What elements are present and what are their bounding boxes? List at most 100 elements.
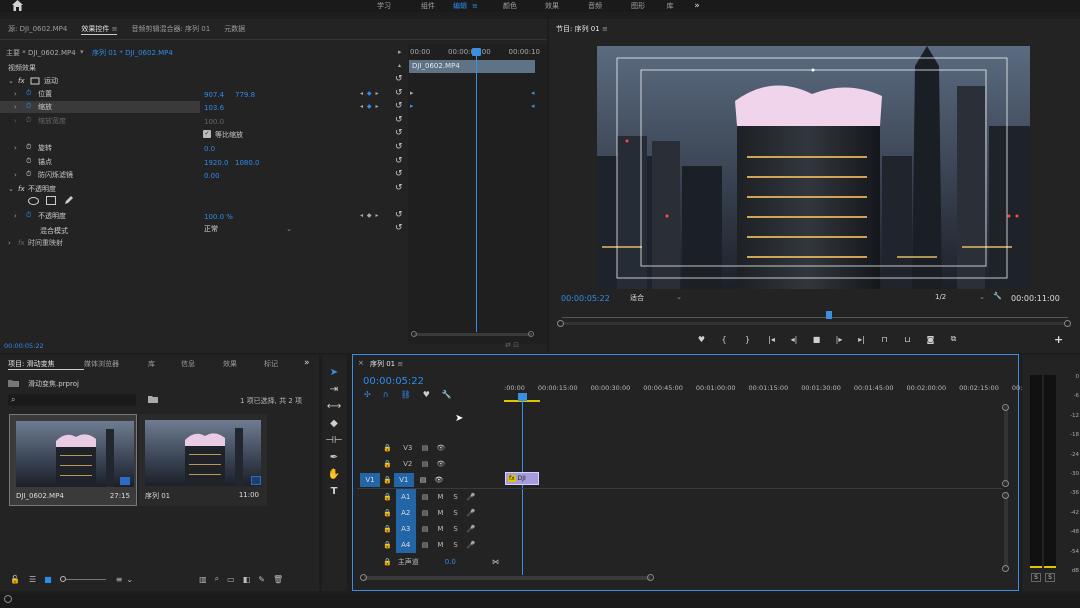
add-marker-icon[interactable]: ♥ — [423, 390, 430, 399]
workspace-learn[interactable]: 学习 — [360, 1, 408, 11]
lock-icon[interactable]: 🔒 — [383, 525, 392, 533]
mini-keyframe-marker2[interactable]: ◂ — [531, 102, 535, 110]
close-tab-icon[interactable]: × — [358, 359, 364, 367]
mark-out-icon[interactable]: } — [735, 335, 760, 344]
lock-icon[interactable]: 🔒 — [383, 509, 392, 517]
uniform-scale-checkbox[interactable]: ✓ — [203, 130, 211, 138]
tab-libraries[interactable]: 库 — [148, 359, 181, 369]
opacity-group-row[interactable]: ⌄ fx 不透明度 — [0, 182, 405, 195]
reset-scale-icon[interactable]: ↺ — [395, 101, 403, 111]
mini-playhead-handle[interactable] — [472, 48, 481, 56]
mark-in-icon[interactable]: { — [713, 335, 735, 344]
workspace-menu-icon[interactable]: ≡ — [472, 2, 488, 10]
master-clip-label[interactable]: 主要 * DJI_0602.MP4 — [6, 48, 76, 58]
reset-anchor-icon[interactable]: ↺ — [395, 156, 403, 166]
sync-lock-icon[interactable]: ▤ — [422, 541, 429, 549]
mini-scrollbar[interactable] — [414, 333, 532, 336]
microphone-icon[interactable]: 🎤 — [467, 525, 476, 533]
stopwatch-icon[interactable]: ⏱ — [26, 143, 38, 152]
type-tool-icon[interactable]: T — [331, 486, 338, 497]
pen-mask-icon[interactable] — [64, 195, 74, 205]
tab-media-browser[interactable]: 媒体浏览器 — [84, 359, 148, 369]
sync-lock-icon[interactable]: ▤ — [422, 460, 429, 468]
stop-icon[interactable]: ■ — [805, 335, 828, 344]
keyframe-nav-opacity[interactable]: ◂ ◆ ▸ — [360, 212, 378, 219]
expand-chevron-icon[interactable]: › — [8, 239, 18, 247]
mute-button[interactable]: M — [437, 493, 443, 501]
tab-effect-controls[interactable]: 效果控件 ≡ — [81, 24, 118, 35]
reset-opacity-icon[interactable]: ↺ — [395, 210, 403, 220]
opacity-value[interactable]: 100.0 % — [204, 213, 233, 221]
project-item-sequence[interactable]: 序列 01 11:00 — [139, 414, 267, 506]
workspace-editing[interactable]: 编辑 — [448, 1, 472, 11]
workspace-color[interactable]: 颜色 — [488, 1, 532, 11]
slip-tool-icon[interactable]: ⊣⊢ — [325, 435, 342, 446]
go-to-out-icon[interactable]: ▸| — [850, 335, 873, 344]
sync-lock-icon[interactable]: ▤ — [422, 444, 429, 452]
zoom-scroll-bar[interactable] — [564, 322, 1064, 325]
list-view-icon[interactable]: ☰ — [29, 575, 36, 584]
sync-lock-icon[interactable]: ▤ — [422, 525, 429, 533]
more-tabs-icon[interactable]: » — [304, 358, 310, 368]
timeline-hscroll[interactable] — [364, 576, 651, 580]
timeline-timecode[interactable]: 00:00:05:22 — [363, 376, 424, 387]
snap-icon[interactable]: ∩ — [383, 390, 389, 399]
lock-icon[interactable]: 🔒 — [383, 476, 392, 484]
razor-tool-icon[interactable]: ◆ — [330, 418, 338, 429]
workspace-graphics[interactable]: 图形 — [618, 1, 658, 11]
program-title[interactable]: 节目: 序列 01 ≡ — [556, 24, 608, 34]
home-icon[interactable] — [11, 0, 24, 11]
mini-keyframe-left2[interactable]: ▸ — [410, 102, 414, 110]
zoom-scroll-left[interactable] — [557, 320, 564, 327]
workspace-libraries[interactable]: 库 — [658, 1, 682, 11]
tab-markers[interactable]: 标记 — [264, 359, 294, 369]
scale-value[interactable]: 103.6 — [204, 104, 224, 112]
motion-row[interactable]: ⌄ fx 运动 — [0, 74, 405, 87]
reset-position-icon[interactable]: ↺ — [395, 88, 403, 98]
scroll-handle[interactable] — [1002, 480, 1009, 487]
project-search-input[interactable]: ⌕ — [8, 394, 136, 406]
expand-chevron-icon[interactable]: › — [14, 90, 26, 98]
collapse-chevron-icon[interactable]: ⌄ — [8, 185, 18, 193]
reset-rotation-icon[interactable]: ↺ — [395, 142, 403, 152]
video-effects-scroll-up[interactable]: ▴ — [398, 62, 401, 69]
find-icon[interactable]: ⌕ — [215, 574, 219, 584]
lock-icon[interactable]: 🔒 — [383, 493, 392, 501]
add-button-icon[interactable]: + — [1054, 333, 1063, 346]
workspace-effects[interactable]: 效果 — [532, 1, 572, 11]
timeline-vscroll-video[interactable] — [1004, 406, 1008, 484]
scroll-handle[interactable] — [1002, 565, 1009, 572]
sync-lock-icon[interactable]: ▤ — [422, 509, 429, 517]
eye-icon[interactable]: 👁 — [436, 460, 445, 468]
project-item-clip[interactable]: DJI_0602.MP4 27:15 — [9, 414, 137, 506]
more-workspaces-icon[interactable]: » — [682, 1, 712, 11]
ellipse-mask-icon[interactable] — [28, 197, 39, 205]
linked-selection-icon[interactable]: ⛓ — [401, 390, 411, 399]
stopwatch-icon[interactable]: ⏱ — [26, 102, 38, 111]
blend-mode-select[interactable]: 正常 ⌄ — [204, 223, 292, 235]
reset-antiflicker-icon[interactable]: ↺ — [395, 169, 403, 179]
automate-icon[interactable]: ▥ — [199, 575, 207, 584]
go-to-end-icon[interactable]: ⋈ — [492, 558, 499, 566]
sequence-clip-label[interactable]: 序列 01 * DJI_0602.MP4 — [92, 48, 173, 58]
lock-icon[interactable]: 🔓 — [10, 575, 20, 584]
tab-metadata[interactable]: 元数据 — [224, 24, 245, 34]
scroll-handle[interactable] — [647, 574, 654, 581]
scroll-handle[interactable] — [1002, 492, 1009, 499]
step-forward-icon[interactable]: |▸ — [828, 335, 850, 344]
sync-lock-icon[interactable]: ▤ — [422, 493, 429, 501]
zoom-slider[interactable] — [59, 576, 106, 582]
icon-view-icon[interactable]: ■ — [44, 575, 52, 584]
mute-button[interactable]: M — [437, 525, 443, 533]
program-video-frame[interactable] — [597, 46, 1030, 289]
position-y-value[interactable]: 779.8 — [235, 91, 255, 99]
expand-chevron-icon[interactable]: › — [14, 144, 26, 152]
meter-solo-left[interactable]: S — [1031, 573, 1041, 582]
microphone-icon[interactable]: 🎤 — [467, 509, 476, 517]
new-item-icon[interactable]: ◧ — [243, 575, 251, 584]
tab-info[interactable]: 信息 — [181, 359, 223, 369]
mini-playhead[interactable] — [476, 49, 477, 332]
program-playhead[interactable] — [826, 311, 832, 319]
keyframe-nav-scale[interactable]: ◂ ◆ ▸ — [360, 103, 378, 110]
camera-icon[interactable]: ◙ — [919, 335, 942, 344]
